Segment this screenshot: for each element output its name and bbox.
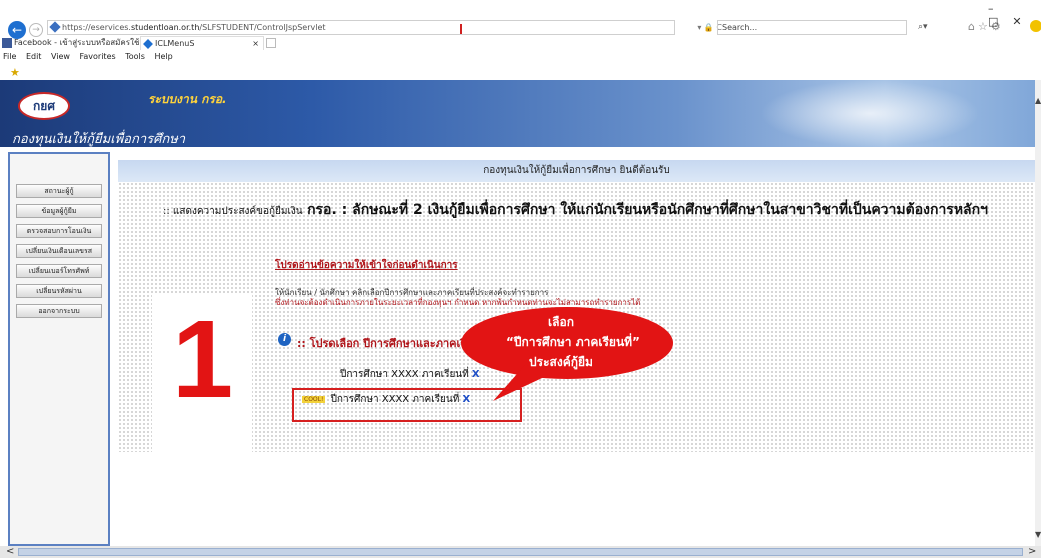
- search-input[interactable]: Search...: [717, 20, 907, 35]
- sidebar-item-loan-status[interactable]: สถานะผู้กู้: [16, 184, 102, 198]
- facebook-icon: [2, 38, 12, 48]
- banner-decoration: [760, 80, 980, 147]
- site-favicon-icon: [143, 39, 153, 49]
- callout-line-1: เลือก: [548, 315, 574, 329]
- page-title-lead: :: แสดงความประสงค์ขอกู้ยืมเงิน: [163, 206, 303, 217]
- sidebar-menu: สถานะผู้กู้ ข้อมูลผู้กู้ยืม ตรวจสอบการโอ…: [8, 152, 110, 546]
- sidebar-item-change-phone[interactable]: เปลี่ยนเบอร์โทรศัพท์: [16, 264, 102, 278]
- menu-favorites[interactable]: Favorites: [80, 50, 116, 64]
- address-bar[interactable]: https://eservices.studentloan.or.th/SLFS…: [47, 20, 722, 35]
- sidebar-item-logout[interactable]: ออกจากระบบ: [16, 304, 102, 318]
- sidebar-item-change-salary[interactable]: เปลี่ยนเงินเดือนเลขรส: [16, 244, 102, 258]
- close-tab-icon[interactable]: ×: [252, 37, 259, 51]
- instruction-callout: เลือก “ปีการศึกษา ภาคเรียนที่” ประสงค์กู…: [455, 305, 685, 401]
- sidebar-item-change-password[interactable]: เปลี่ยนรหัสผ่าน: [16, 284, 102, 298]
- menu-view[interactable]: View: [51, 50, 70, 64]
- site-banner: กยศ ระบบงาน กรอ. กองทุนเงินให้กู้ยืมเพื่…: [0, 80, 1041, 147]
- window-controls[interactable]: –□✕: [988, 2, 1041, 28]
- welcome-bar: กองทุนเงินให้กู้ยืมเพื่อการศึกษา ยินดีต้…: [118, 160, 1035, 182]
- term-option-2-link[interactable]: COOL! ปีการศึกษา XXXX ภาคเรียนที่ X: [302, 392, 470, 407]
- url-path: /SLFSTUDENT/ControlJspServlet: [199, 23, 326, 32]
- menu-bar: File Edit View Favorites Tools Help: [0, 50, 1041, 64]
- search-icon[interactable]: ⌕▾: [918, 22, 928, 32]
- step-number: 1: [172, 298, 234, 421]
- sidebar-item-borrower-info[interactable]: ข้อมูลผู้กู้ยืม: [16, 204, 102, 218]
- web-page: กยศ ระบบงาน กรอ. กองทุนเงินให้กู้ยืมเพื่…: [0, 80, 1041, 546]
- callout-line-2: “ปีการศึกษา ภาคเรียนที่”: [506, 335, 640, 349]
- sidebar-item-check-transfer[interactable]: ตรวจสอบการโอนเงิน: [16, 224, 102, 238]
- horizontal-scrollbar[interactable]: < >: [0, 546, 1041, 558]
- add-favorite-star-icon[interactable]: ★: [10, 66, 20, 79]
- page-title: :: แสดงความประสงค์ขอกู้ยืมเงิน กรอ. : ลั…: [163, 200, 1023, 222]
- info-icon: i: [278, 333, 291, 346]
- scroll-down-icon[interactable]: ▼: [1035, 530, 1041, 539]
- tab-strip: Facebook - เข้าสู่ระบบหรือสมัครใช้... IC…: [0, 36, 1041, 50]
- page-title-bold: กรอ. : ลักษณะที่ 2 เงินกู้ยืมเพื่อการศึก…: [307, 202, 988, 218]
- slf-logo: กยศ: [18, 92, 70, 120]
- forward-button[interactable]: →: [29, 23, 43, 37]
- menu-file[interactable]: File: [3, 50, 16, 64]
- vertical-scrollbar[interactable]: [1035, 80, 1041, 546]
- menu-help[interactable]: Help: [154, 50, 172, 64]
- browser-toolbar: ← → https://eservices.studentloan.or.th/…: [0, 0, 1041, 39]
- banner-title: กองทุนเงินให้กู้ยืมเพื่อการศึกษา: [12, 132, 186, 147]
- site-identity-icon: [49, 21, 61, 33]
- term-label: ปีการศึกษา XXXX ภาคเรียนที่: [330, 394, 460, 405]
- scroll-left-icon[interactable]: <: [6, 546, 14, 557]
- term-label: ปีการศึกษา XXXX ภาคเรียนที่: [340, 369, 469, 380]
- favorites-bar: ★: [0, 64, 1041, 80]
- url-domain: studentloan.or.th: [130, 23, 200, 32]
- scroll-up-icon[interactable]: ▲: [1035, 96, 1041, 105]
- cursor-mark: [460, 24, 462, 34]
- select-term-prompt: :: โปรดเลือก ปีการศึกษาและภาคเรียน: [297, 337, 481, 350]
- new-tab-button[interactable]: [266, 38, 276, 48]
- menu-tools[interactable]: Tools: [125, 50, 145, 64]
- scroll-right-icon[interactable]: >: [1028, 546, 1036, 557]
- url-prefix: https://eservices.: [62, 23, 131, 32]
- menu-edit[interactable]: Edit: [26, 50, 42, 64]
- callout-line-3: ประสงค์กู้ยืม: [529, 355, 593, 369]
- tab-label: Facebook - เข้าสู่ระบบหรือสมัครใช้...: [14, 38, 148, 47]
- cool-badge: COOL!: [302, 395, 326, 403]
- tab-facebook[interactable]: Facebook - เข้าสู่ระบบหรือสมัครใช้...: [0, 36, 147, 50]
- notice-link[interactable]: โปรดอ่านข้อความให้เข้าใจก่อนดำเนินการ: [275, 258, 458, 273]
- address-controls[interactable]: ▾ 🔒 C: [652, 21, 722, 34]
- banner-subtitle: ระบบงาน กรอ.: [148, 92, 227, 106]
- tab-iclmenus[interactable]: ICLMenuS ×: [140, 36, 264, 50]
- scroll-thumb[interactable]: [18, 548, 1023, 556]
- tab-label: ICLMenuS: [155, 39, 195, 48]
